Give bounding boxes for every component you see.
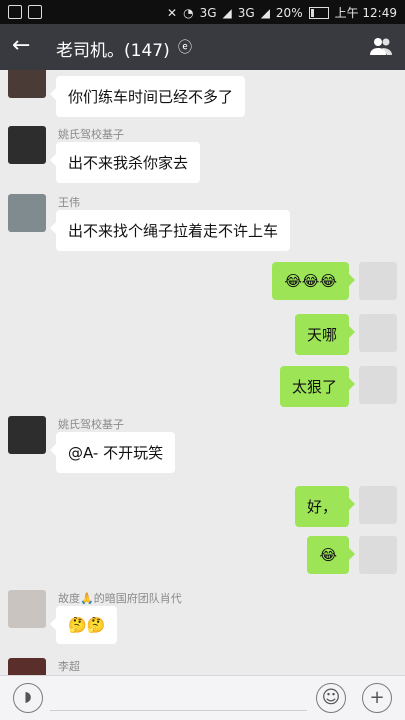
avatar[interactable] [359, 262, 397, 300]
message-bubble[interactable]: 🤔🤔 [49, 606, 118, 644]
input-bar: ◗ ☺ + [0, 675, 405, 720]
avatar[interactable] [359, 366, 397, 404]
message-bubble[interactable]: 出不来我杀你家去 [49, 142, 201, 183]
back-arrow-icon[interactable]: ← [12, 35, 30, 57]
message-bubble[interactable]: 你们练车时间已经不多了 [49, 76, 246, 117]
wifi-icon: ◔ [183, 5, 194, 20]
sender-name: 姚氏驾校基子 [58, 418, 124, 431]
mute-icon: ✕ [167, 5, 178, 20]
signal-icon-1: ◢ [222, 5, 232, 20]
message-bubble[interactable]: 天哪 [294, 314, 356, 355]
signal-icon-2: ◢ [260, 5, 270, 20]
avatar[interactable] [359, 314, 397, 352]
avatar[interactable] [8, 70, 46, 98]
message-bubble[interactable]: 出不来找个绳子拉着走不许上车 [49, 210, 291, 251]
message-bubble[interactable]: @A- 不开玩笑 [49, 432, 176, 473]
image-icon [28, 5, 42, 19]
message-bubble[interactable]: 😂 [307, 536, 355, 574]
sender-name: 姚氏驾校基子 [58, 128, 124, 141]
sender-name: 故度🙏的暗国府团队肖代 [58, 592, 182, 605]
message-input[interactable] [50, 710, 307, 711]
status-bar: ✕ ◔ 3G ◢ 3G ◢ 20% 上午 12:49 [0, 0, 405, 24]
group-members-icon[interactable] [369, 36, 393, 56]
avatar[interactable] [8, 126, 46, 164]
earpiece-icon: ⓔ [178, 40, 192, 56]
battery-icon [308, 6, 329, 19]
message-bubble[interactable]: 😂😂😂 [272, 262, 355, 300]
avatar[interactable] [359, 486, 397, 524]
network-label-2: 3G [237, 5, 255, 20]
notification-icon [8, 5, 22, 19]
network-label-1: 3G [199, 5, 217, 20]
sender-name: 李超 [58, 660, 80, 673]
plus-icon[interactable]: + [362, 683, 392, 713]
avatar[interactable] [359, 536, 397, 574]
message-bubble[interactable]: 好， [294, 486, 356, 527]
message-list[interactable]: 你们练车时间已经不多了 姚氏驾校基子 出不来我杀你家去 王伟 出不来找个绳子拉着… [0, 70, 405, 675]
voice-toggle-icon[interactable]: ◗ [13, 683, 43, 713]
battery-percent: 20% [275, 5, 303, 20]
avatar[interactable] [8, 658, 46, 675]
avatar[interactable] [8, 194, 46, 232]
clock: 上午 12:49 [334, 6, 397, 20]
avatar[interactable] [8, 590, 46, 628]
emoji-icon[interactable]: ☺ [316, 683, 346, 713]
avatar[interactable] [8, 416, 46, 454]
chat-title: 老司机。(147) [56, 41, 170, 61]
chat-header: ← 老司机。(147) ⓔ [0, 24, 405, 70]
message-bubble[interactable]: 太狠了 [279, 366, 356, 407]
sender-name: 王伟 [58, 196, 80, 209]
